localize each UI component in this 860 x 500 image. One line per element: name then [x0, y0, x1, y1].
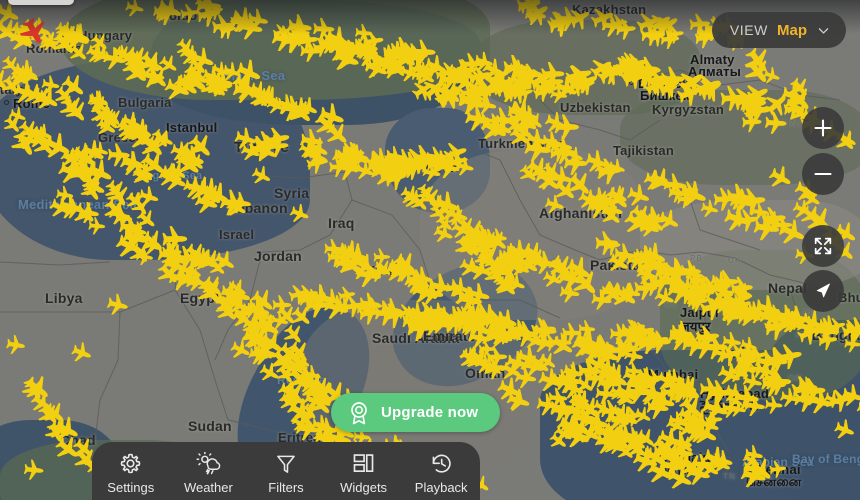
toolbar-item-widgets[interactable]: Widgets — [327, 451, 401, 495]
toolbar-label-filters: Filters — [268, 480, 304, 495]
zoom-out-button[interactable] — [802, 153, 844, 195]
flightradar-map-app: MoldovaHungaryRomaniaItalyBulgariaGreece… — [0, 0, 860, 500]
funnel-icon — [275, 451, 297, 475]
toolbar-item-playback[interactable]: Playback — [404, 451, 478, 495]
view-selector[interactable]: VIEW Map — [711, 12, 846, 48]
minus-icon — [814, 172, 832, 176]
expand-arrows-icon — [814, 237, 832, 255]
gear-icon — [119, 451, 142, 475]
flight-callsign-tooltip[interactable]: DAW103 — [8, 0, 75, 5]
view-selector-value: Map — [777, 21, 807, 39]
chevron-down-icon — [818, 27, 829, 34]
upgrade-now-label: Upgrade now — [381, 404, 479, 421]
clock-rewind-icon — [430, 451, 453, 475]
toolbar-item-settings[interactable]: Settings — [94, 451, 168, 495]
plus-icon — [814, 119, 832, 137]
toolbar-item-weather[interactable]: Weather — [171, 451, 245, 495]
zoom-in-button[interactable] — [802, 107, 844, 149]
upgrade-now-button[interactable]: Upgrade now — [331, 393, 501, 432]
bottom-toolbar: Settings Weather Filters Widgets Playbac… — [92, 442, 480, 500]
toolbar-label-playback: Playback — [414, 480, 468, 495]
sun-cloud-rain-icon — [196, 451, 221, 475]
toolbar-label-widgets: Widgets — [340, 480, 388, 495]
fullscreen-button[interactable] — [802, 225, 844, 267]
toolbar-label-weather: Weather — [183, 480, 233, 495]
toolbar-label-settings: Settings — [107, 480, 155, 495]
view-selector-label: VIEW — [729, 22, 768, 38]
locate-button[interactable] — [802, 270, 844, 312]
toolbar-item-filters[interactable]: Filters — [249, 451, 323, 495]
award-ribbon-icon — [351, 401, 367, 424]
navigation-arrow-icon — [816, 283, 830, 298]
grid-panels-icon — [352, 451, 375, 475]
